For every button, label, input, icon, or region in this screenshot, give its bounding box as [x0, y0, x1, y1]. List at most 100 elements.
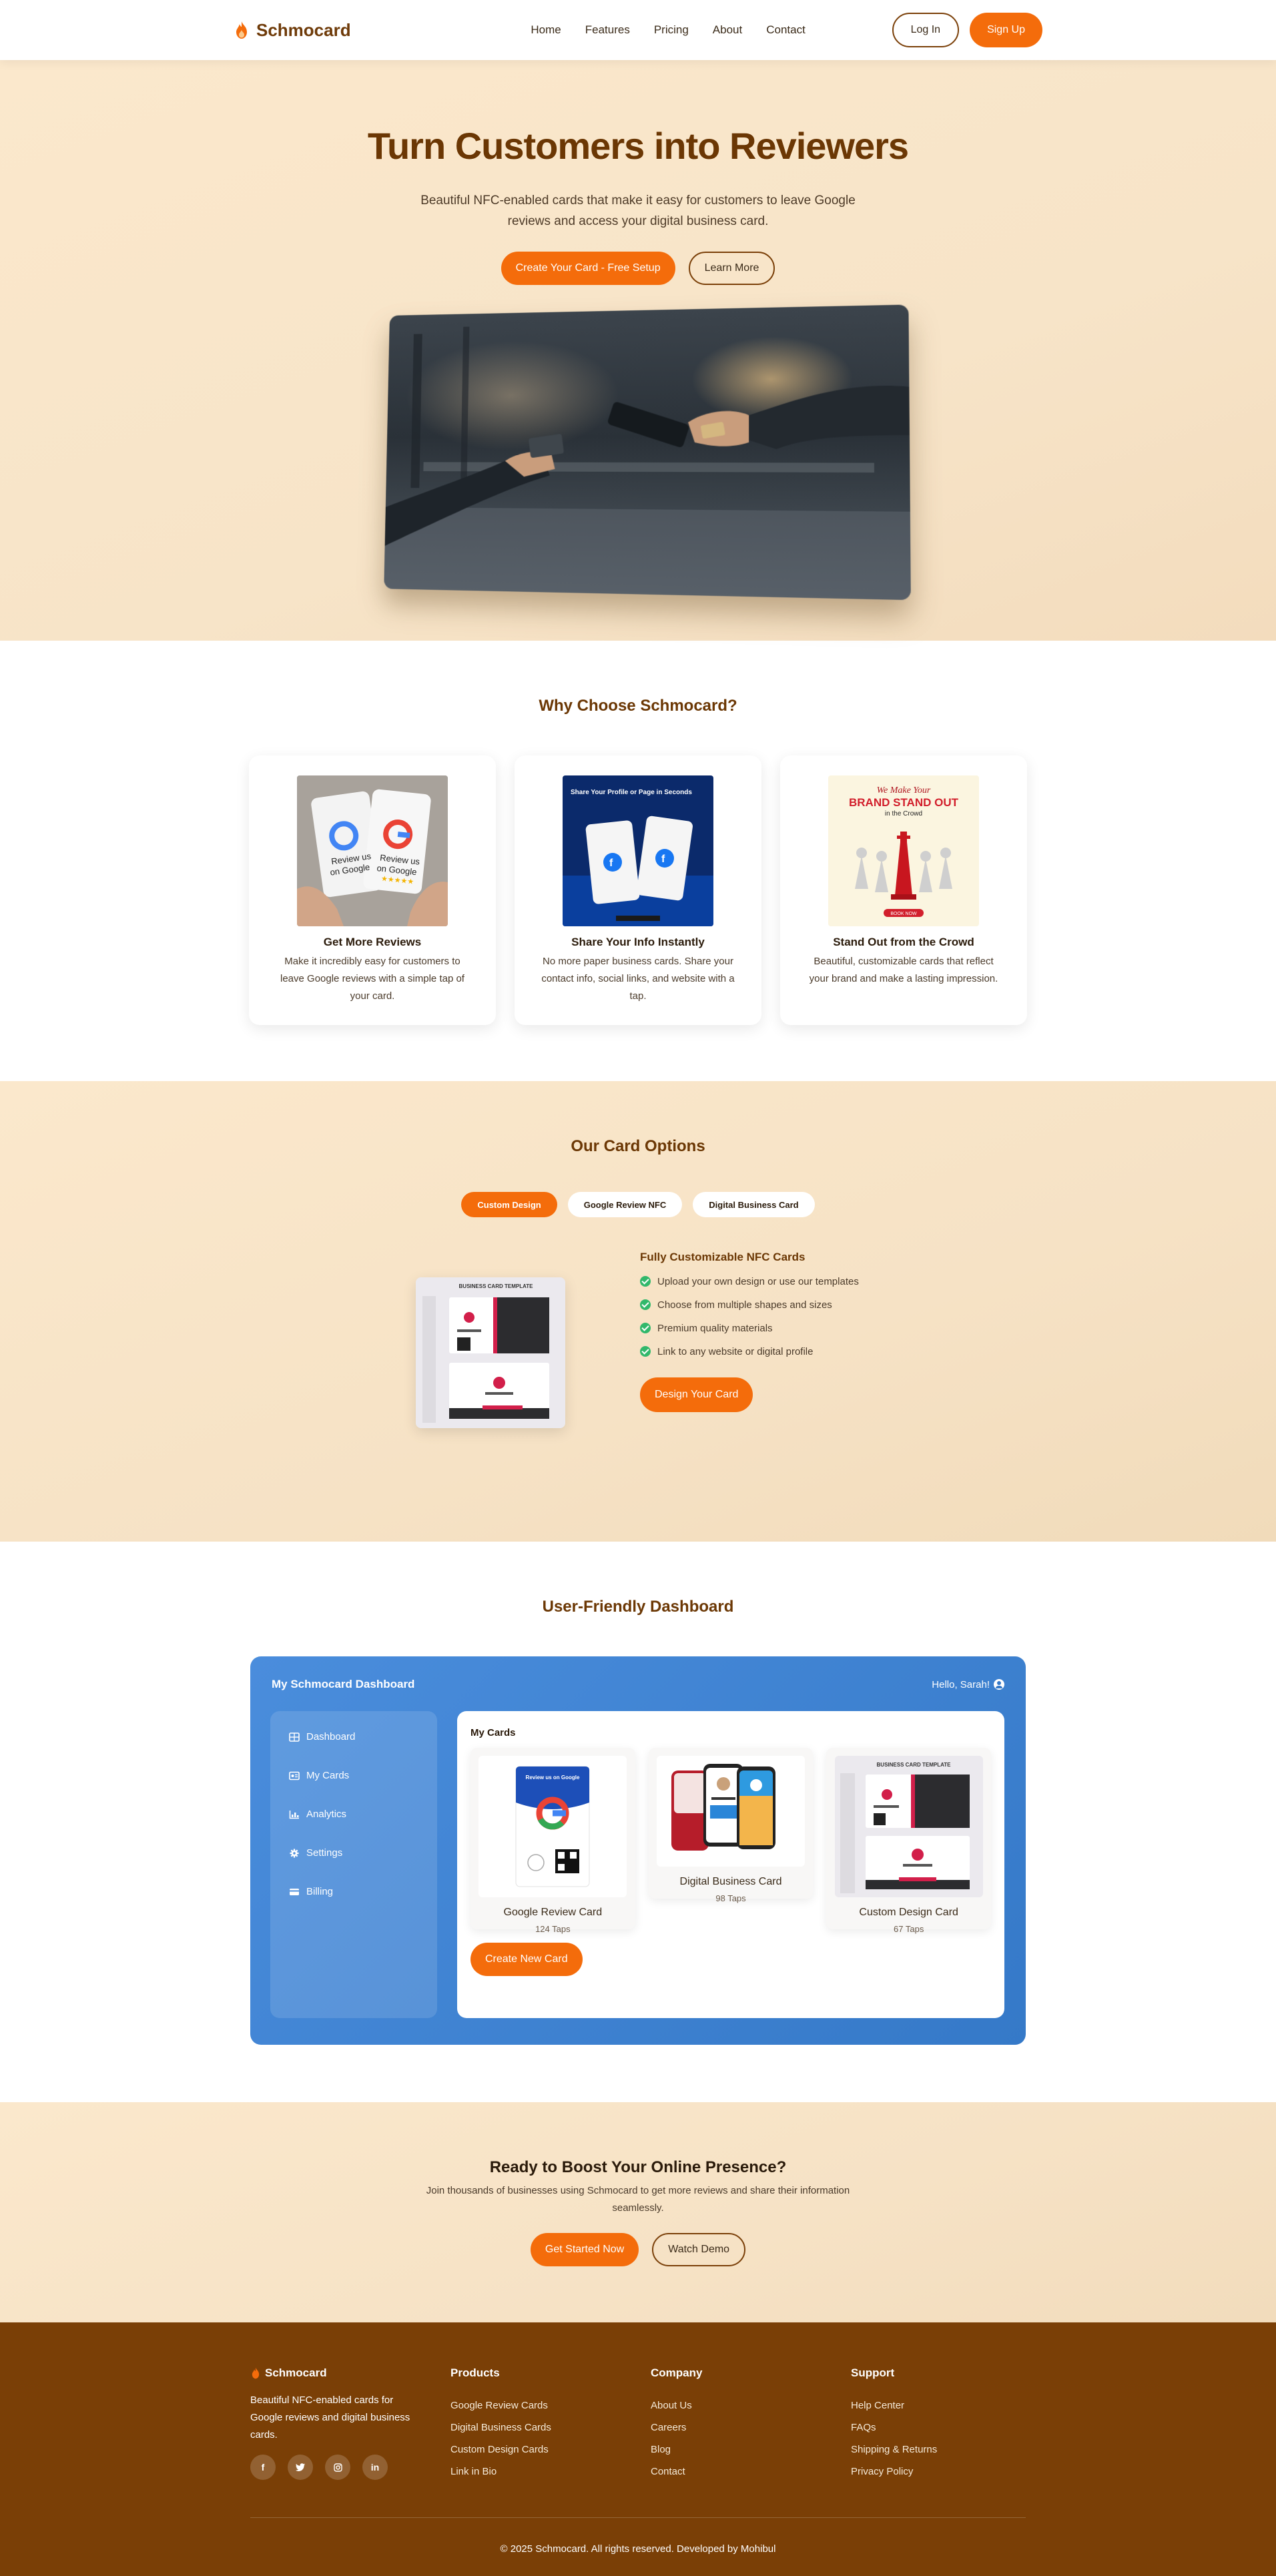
cards-row: Review us on Google Google Review Card 1… — [470, 1748, 991, 1929]
nav-link-features[interactable]: Features — [585, 23, 630, 37]
card-name: Google Review Card — [478, 1907, 627, 1919]
instagram-icon[interactable] — [325, 2455, 350, 2480]
footer-link[interactable]: Help Center — [851, 2400, 1026, 2411]
footer-link[interactable]: Contact — [651, 2466, 851, 2477]
option-heading: Fully Customizable NFC Cards — [640, 1251, 860, 1264]
business-card-template-image: BUSINESS CARD TEMPLATE — [416, 1277, 565, 1428]
hero-buttons: Create Your Card - Free Setup Learn More — [0, 252, 1276, 285]
svg-text:We Make Your: We Make Your — [877, 785, 931, 795]
dashboard-header: My Schmocard Dashboard Hello, Sarah! — [250, 1656, 1026, 1691]
footer-divider — [250, 2517, 1026, 2518]
footer-link[interactable]: Privacy Policy — [851, 2466, 1026, 2477]
create-new-card-button[interactable]: Create New Card — [470, 1943, 583, 1976]
svg-text:Review us on Google: Review us on Google — [526, 1775, 580, 1781]
nav-link-contact[interactable]: Contact — [766, 23, 806, 37]
card-google-review[interactable]: Review us on Google Google Review Card 1… — [470, 1748, 635, 1929]
card-taps: 124 Taps — [478, 1924, 627, 1934]
footer-link[interactable]: About Us — [651, 2400, 851, 2411]
flame-icon — [250, 2367, 261, 2379]
twitter-icon[interactable] — [288, 2455, 313, 2480]
credit-card-icon — [289, 1887, 300, 1897]
footer-link[interactable]: Custom Design Cards — [450, 2444, 651, 2455]
tab-custom-design[interactable]: Custom Design — [461, 1192, 557, 1217]
cta-title: Ready to Boost Your Online Presence? — [0, 2158, 1276, 2177]
nav-link-about[interactable]: About — [713, 23, 742, 37]
footer-link[interactable]: Shipping & Returns — [851, 2444, 1026, 2455]
get-started-button[interactable]: Get Started Now — [531, 2233, 639, 2266]
create-card-button[interactable]: Create Your Card - Free Setup — [501, 252, 675, 285]
footer-link[interactable]: Google Review Cards — [450, 2400, 651, 2411]
footer-link[interactable]: Digital Business Cards — [450, 2422, 651, 2433]
feature-title-share: Share Your Info Instantly — [515, 936, 761, 949]
footer-logo[interactable]: Schmocard — [250, 2366, 450, 2380]
card-digital-business[interactable]: Digital Business Card 98 Taps — [649, 1748, 814, 1899]
cta-subtitle: Join thousands of businesses using Schmo… — [404, 2182, 872, 2217]
footer-link[interactable]: FAQs — [851, 2422, 1026, 2433]
sidebar-item-analytics[interactable]: Analytics — [289, 1809, 418, 1820]
why-section: Why Choose Schmocard? Review us on Googl… — [0, 641, 1276, 1081]
card-options-section: Our Card Options Custom Design Google Re… — [0, 1081, 1276, 1542]
user-circle-icon — [994, 1679, 1004, 1690]
svg-text:BUSINESS CARD TEMPLATE: BUSINESS CARD TEMPLATE — [459, 1283, 534, 1289]
dashboard-sidebar: Dashboard My Cards Analytics Settings Bi… — [270, 1711, 437, 2018]
footer-brand-column: Schmocard Beautiful NFC-enabled cards fo… — [250, 2366, 450, 2488]
dashboard-title: My Schmocard Dashboard — [272, 1678, 414, 1691]
dashboard-section-title: User-Friendly Dashboard — [0, 1598, 1276, 1616]
nav-links: Home Features Pricing About Contact — [531, 23, 805, 37]
copyright: © 2025 Schmocard. All rights reserved. D… — [0, 2543, 1276, 2555]
my-cards-title: My Cards — [470, 1727, 991, 1738]
svg-text:f: f — [661, 854, 665, 865]
hero-image-card-tap — [384, 304, 911, 600]
check-circle-icon — [640, 1299, 651, 1310]
option-content: BUSINESS CARD TEMPLATE Fully Customizabl… — [0, 1251, 1276, 1428]
facebook-icon[interactable]: f — [250, 2455, 276, 2480]
footer-column-title: Company — [651, 2366, 851, 2380]
footer-link[interactable]: Blog — [651, 2444, 851, 2455]
chart-icon — [289, 1810, 300, 1819]
brand-stand-out-image: We Make Your BRAND STAND OUT in the Crow… — [828, 775, 979, 926]
grid-icon — [289, 1732, 300, 1742]
options-tabs: Custom Design Google Review NFC Digital … — [0, 1192, 1276, 1217]
option-feature-list: Upload your own design or use our templa… — [640, 1273, 860, 1360]
card-custom-design[interactable]: BUSINESS CARD TEMPLATE Custom Design Car… — [826, 1748, 991, 1929]
signup-button[interactable]: Sign Up — [970, 13, 1042, 47]
footer: Schmocard Beautiful NFC-enabled cards fo… — [0, 2322, 1276, 2576]
footer-link[interactable]: Link in Bio — [450, 2466, 651, 2477]
linkedin-icon[interactable]: in — [362, 2455, 388, 2480]
sidebar-item-dashboard[interactable]: Dashboard — [289, 1731, 418, 1742]
login-button[interactable]: Log In — [892, 13, 959, 47]
dashboard-body: Dashboard My Cards Analytics Settings Bi… — [250, 1691, 1026, 2018]
learn-more-button[interactable]: Learn More — [689, 252, 775, 285]
tab-digital-business-card[interactable]: Digital Business Card — [693, 1192, 814, 1217]
feature-card-share: Share Your Profile or Page in Seconds f … — [515, 755, 761, 1025]
feature-card-reviews: Review us on Google Review us on Google … — [249, 755, 496, 1025]
footer-support-column: Support Help Center FAQs Shipping & Retu… — [851, 2366, 1026, 2488]
sidebar-item-settings[interactable]: Settings — [289, 1847, 418, 1859]
card-taps: 98 Taps — [657, 1893, 806, 1903]
watch-demo-button[interactable]: Watch Demo — [652, 2233, 745, 2266]
tab-google-review-nfc[interactable]: Google Review NFC — [568, 1192, 683, 1217]
svg-text:in the Crowd: in the Crowd — [885, 810, 922, 818]
options-title: Our Card Options — [0, 1137, 1276, 1156]
list-item: Upload your own design or use our templa… — [640, 1273, 860, 1290]
why-title: Why Choose Schmocard? — [0, 697, 1276, 715]
cta-section: Ready to Boost Your Online Presence? Joi… — [0, 2102, 1276, 2322]
footer-links: Google Review Cards Digital Business Car… — [450, 2400, 651, 2477]
sidebar-item-my-cards[interactable]: My Cards — [289, 1770, 418, 1781]
card-name: Custom Design Card — [834, 1907, 983, 1919]
sidebar-item-billing[interactable]: Billing — [289, 1886, 418, 1897]
svg-text:BRAND STAND OUT: BRAND STAND OUT — [849, 796, 959, 809]
user-greeting[interactable]: Hello, Sarah! — [932, 1679, 1004, 1690]
nav-link-home[interactable]: Home — [531, 23, 561, 37]
brand-logo[interactable]: Schmocard — [234, 20, 351, 41]
footer-column-title: Products — [450, 2366, 651, 2380]
footer-company-column: Company About Us Careers Blog Contact — [651, 2366, 851, 2488]
nav-link-pricing[interactable]: Pricing — [654, 23, 689, 37]
design-card-button[interactable]: Design Your Card — [640, 1377, 753, 1412]
check-circle-icon — [640, 1346, 651, 1357]
footer-link[interactable]: Careers — [651, 2422, 851, 2433]
feature-text-reviews: Make it incredibly easy for customers to… — [272, 953, 472, 1005]
custom-design-card-image: BUSINESS CARD TEMPLATE — [835, 1756, 983, 1897]
hero-subtitle: Beautiful NFC-enabled cards that make it… — [408, 190, 868, 232]
brand-name: Schmocard — [256, 20, 351, 41]
